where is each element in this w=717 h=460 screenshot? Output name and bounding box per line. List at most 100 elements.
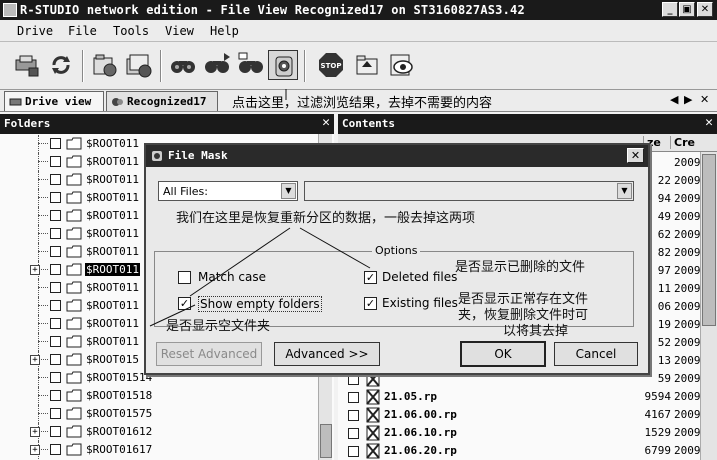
folder-checkbox[interactable] xyxy=(50,426,61,437)
refresh-button[interactable] xyxy=(46,50,76,80)
folder-checkbox[interactable] xyxy=(50,228,61,239)
folder-checkbox[interactable] xyxy=(50,318,61,329)
recover-marked-button[interactable] xyxy=(124,50,154,80)
scroll-thumb[interactable] xyxy=(702,154,716,326)
file-size: 1529 xyxy=(644,426,672,439)
menu-tools[interactable]: Tools xyxy=(113,24,149,38)
file-row[interactable]: 21.06.20.rp 6799 2009 xyxy=(338,442,717,460)
eye-icon xyxy=(390,54,413,76)
reset-advanced-button[interactable]: Reset Advanced xyxy=(156,342,262,366)
contents-scrollbar[interactable] xyxy=(700,152,717,460)
folder-row[interactable]: + $ROOT01612 xyxy=(0,423,330,441)
folder-row[interactable]: + $ROOT01617 xyxy=(0,441,330,459)
contents-close-button[interactable]: ✕ xyxy=(705,115,713,130)
folder-icon xyxy=(66,227,82,240)
tab-prev-button[interactable]: ◀ xyxy=(670,93,678,106)
scroll-thumb[interactable] xyxy=(320,424,332,458)
menu-view[interactable]: View xyxy=(165,24,194,38)
folders-close-button[interactable]: ✕ xyxy=(322,115,330,130)
file-mask-button[interactable] xyxy=(268,50,298,80)
preview-button[interactable] xyxy=(386,50,416,80)
folder-checkbox[interactable] xyxy=(50,282,61,293)
svg-text:STOP: STOP xyxy=(321,62,342,70)
file-size: 4167 xyxy=(644,408,672,421)
file-row[interactable]: 21.06.00.rp 4167 2009 xyxy=(338,406,717,424)
file-checkbox[interactable] xyxy=(348,392,359,403)
tab-close-button[interactable]: ✕ xyxy=(700,93,709,106)
find-next-button[interactable] xyxy=(202,50,232,80)
folder-checkbox[interactable] xyxy=(50,444,61,455)
column-created[interactable]: Cre xyxy=(670,136,695,149)
folder-checkbox[interactable] xyxy=(50,192,61,203)
folder-checkbox[interactable] xyxy=(50,174,61,185)
folder-checkbox[interactable] xyxy=(50,372,61,383)
show-empty-folders-label[interactable]: Show empty folders xyxy=(198,296,322,312)
menu-help[interactable]: Help xyxy=(210,24,239,38)
file-row[interactable]: 21.06.10.rp 1529 2009 xyxy=(338,424,717,442)
deleted-file-icon xyxy=(366,425,380,441)
file-checkbox[interactable] xyxy=(348,410,359,421)
cancel-button[interactable]: Cancel xyxy=(554,342,638,366)
deleted-files-label[interactable]: Deleted files xyxy=(382,270,457,284)
menu-bar: Drive File Tools View Help xyxy=(0,20,717,42)
close-window-button[interactable]: ✕ xyxy=(697,2,713,17)
file-checkbox[interactable] xyxy=(348,446,359,457)
file-row[interactable]: 21.05.rp 9594 2009 xyxy=(338,388,717,406)
drive-properties-button[interactable] xyxy=(12,50,42,80)
recover-button[interactable] xyxy=(90,50,120,80)
expand-icon[interactable]: + xyxy=(30,265,40,275)
minimize-button[interactable]: _ xyxy=(662,2,678,17)
folder-checkbox[interactable] xyxy=(50,156,61,167)
advanced-button[interactable]: Advanced >> xyxy=(274,342,380,366)
folder-checkbox[interactable] xyxy=(50,300,61,311)
folder-checkbox[interactable] xyxy=(50,246,61,257)
file-created: 2009 xyxy=(674,264,701,277)
expand-icon[interactable]: + xyxy=(30,427,40,437)
file-checkbox[interactable] xyxy=(348,428,359,439)
binoculars-mark-icon xyxy=(238,52,263,73)
folder-row[interactable]: $ROOT01575 xyxy=(0,405,330,423)
maximize-button[interactable]: ▣ xyxy=(679,2,695,17)
tab-label: Drive view xyxy=(25,95,92,108)
tree-line xyxy=(38,279,39,297)
dialog-close-button[interactable]: ✕ xyxy=(627,148,644,163)
deleted-files-checkbox[interactable]: ✓ xyxy=(364,271,377,284)
ok-button[interactable]: OK xyxy=(460,341,546,367)
menu-file[interactable]: File xyxy=(68,24,97,38)
app-icon xyxy=(3,3,17,17)
folder-label: $ROOT011 xyxy=(86,245,139,258)
mask-input[interactable]: ▼ xyxy=(304,181,634,201)
tree-line xyxy=(38,341,48,342)
folder-icon xyxy=(66,281,82,294)
show-empty-folders-checkbox[interactable]: ✓ xyxy=(178,297,191,310)
expand-icon[interactable]: + xyxy=(30,445,40,455)
folder-checkbox[interactable] xyxy=(50,264,61,275)
folder-checkbox[interactable] xyxy=(50,390,61,401)
existing-files-label[interactable]: Existing files xyxy=(382,296,458,310)
file-checkbox[interactable] xyxy=(348,374,359,385)
match-case-label[interactable]: Match case xyxy=(198,270,266,284)
stop-button[interactable]: STOP xyxy=(316,50,346,80)
find-marked-button[interactable] xyxy=(236,50,266,80)
folder-row[interactable]: $ROOT01518 xyxy=(0,387,330,405)
folder-checkbox[interactable] xyxy=(50,210,61,221)
folder-checkbox[interactable] xyxy=(50,408,61,419)
tab-next-button[interactable]: ▶ xyxy=(684,93,692,106)
match-case-checkbox[interactable] xyxy=(178,271,191,284)
chevron-down-icon[interactable]: ▼ xyxy=(281,183,296,199)
tab-drive-view[interactable]: Drive view xyxy=(4,91,104,111)
window-title: R-STUDIO network edition - File View Rec… xyxy=(20,3,525,17)
tab-recognized17[interactable]: Recognized17 xyxy=(106,91,218,111)
folder-checkbox[interactable] xyxy=(50,138,61,149)
toolbar-separator xyxy=(160,50,162,82)
expand-icon[interactable]: + xyxy=(30,355,40,365)
existing-files-checkbox[interactable]: ✓ xyxy=(364,297,377,310)
chevron-down-icon[interactable]: ▼ xyxy=(617,183,632,199)
file-type-select[interactable]: All Files: ▼ xyxy=(158,181,298,201)
find-button[interactable] xyxy=(168,50,198,80)
up-folder-button[interactable] xyxy=(352,50,382,80)
folder-checkbox[interactable] xyxy=(50,354,61,365)
folder-checkbox[interactable] xyxy=(50,336,61,347)
menu-drive[interactable]: Drive xyxy=(17,24,53,38)
tree-line xyxy=(38,333,39,351)
